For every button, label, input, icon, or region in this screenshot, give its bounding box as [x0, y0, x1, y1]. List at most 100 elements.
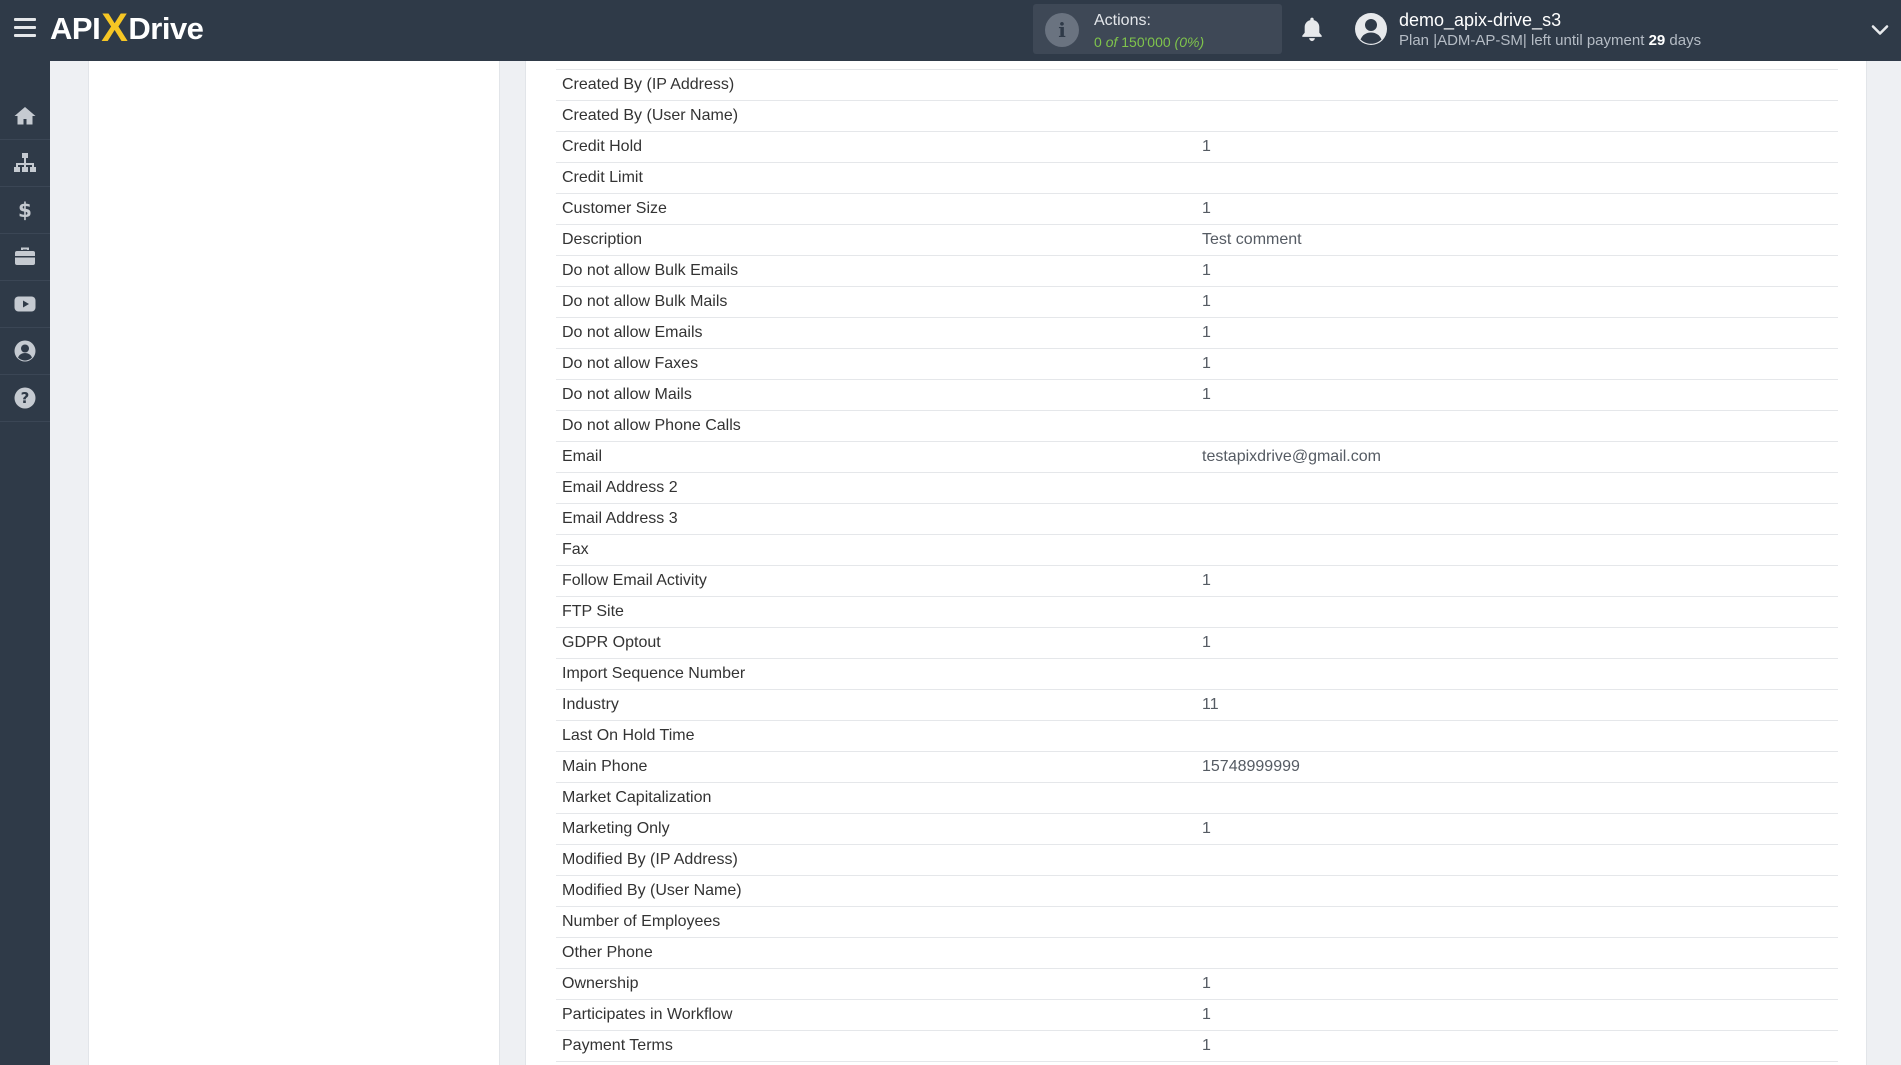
table-row: Credit Limit — [556, 162, 1838, 194]
help-icon: ? — [14, 387, 36, 409]
table-row: Import Sequence Number — [556, 658, 1838, 690]
table-row: Follow Email Activity 1 — [556, 565, 1838, 597]
bell-icon[interactable] — [1299, 16, 1325, 44]
field-label: Email — [556, 441, 1196, 473]
field-label: Fax — [556, 534, 1196, 566]
actions-used: 0 — [1094, 34, 1102, 50]
field-label: Import Sequence Number — [556, 658, 1196, 690]
logo-text-x: X — [101, 5, 128, 50]
sidebar-item-videos[interactable] — [0, 281, 50, 328]
field-value — [1196, 503, 1838, 535]
chevron-down-icon[interactable] — [1870, 20, 1890, 40]
field-label: Do not allow Bulk Mails — [556, 286, 1196, 318]
info-icon: i — [1045, 13, 1079, 47]
table-row: Do not allow Emails 1 — [556, 317, 1838, 349]
table-row: Created By (IP Address) — [556, 69, 1838, 101]
field-value — [1196, 720, 1838, 752]
field-value — [1196, 410, 1838, 442]
field-label: Main Phone — [556, 751, 1196, 783]
logo-text-api: API — [50, 11, 101, 46]
actions-limit: 150'000 — [1121, 34, 1171, 50]
field-label: Marketing Only — [556, 813, 1196, 845]
table-row: Last On Hold Time — [556, 720, 1838, 752]
field-label: Created By (IP Address) — [556, 69, 1196, 101]
sidebar-item-help[interactable]: ? — [0, 375, 50, 422]
field-value: 1 — [1196, 131, 1838, 163]
field-label: Participates in Workflow — [556, 999, 1196, 1031]
table-row: GDPR Optout 1 — [556, 627, 1838, 659]
user-circle-icon — [14, 340, 36, 362]
field-label: Industry — [556, 689, 1196, 721]
field-value — [1196, 782, 1838, 814]
field-value: 11 — [1196, 689, 1838, 721]
field-value: 1 — [1196, 348, 1838, 380]
field-label: Number of Employees — [556, 906, 1196, 938]
svg-text:$: $ — [18, 198, 32, 222]
field-value: 1 — [1196, 193, 1838, 225]
sitemap-icon — [14, 153, 36, 172]
left-content-panel — [88, 61, 500, 1065]
table-row: Number of Employees — [556, 906, 1838, 938]
table-row: Other Phone — [556, 937, 1838, 969]
user-name[interactable]: demo_apix-drive_s3 — [1399, 10, 1561, 31]
field-value: 1 — [1196, 286, 1838, 318]
field-value — [1196, 162, 1838, 194]
field-label: Do not allow Mails — [556, 379, 1196, 411]
actions-label: Actions: — [1094, 12, 1151, 29]
table-row: Do not allow Bulk Mails 1 — [556, 286, 1838, 318]
field-label: Modified By (IP Address) — [556, 844, 1196, 876]
svg-text:?: ? — [21, 389, 30, 407]
sidebar-item-services[interactable] — [0, 234, 50, 281]
sidebar-item-profile[interactable] — [0, 328, 50, 375]
table-row: Email testapixdrive@gmail.com — [556, 441, 1838, 473]
field-label: Modified By (User Name) — [556, 875, 1196, 907]
briefcase-icon — [15, 247, 35, 265]
field-value — [1196, 906, 1838, 938]
sidebar-item-billing[interactable]: $ — [0, 187, 50, 234]
dollar-icon: $ — [18, 198, 32, 222]
field-values-table: Created By (IP Address) Created By (User … — [556, 69, 1838, 1062]
user-avatar-icon[interactable] — [1354, 12, 1388, 46]
actions-percent: (0%) — [1174, 34, 1205, 50]
field-value — [1196, 100, 1838, 132]
table-row: Customer Size 1 — [556, 193, 1838, 225]
table-row: Modified By (IP Address) — [556, 844, 1838, 876]
field-value — [1196, 596, 1838, 628]
top-header: API X Drive i Actions: 0 of 150'000 (0%)… — [0, 0, 1901, 61]
field-value: testapixdrive@gmail.com — [1196, 441, 1838, 473]
field-value: 1 — [1196, 1030, 1838, 1062]
field-value — [1196, 534, 1838, 566]
menu-toggle-icon[interactable] — [14, 18, 36, 37]
user-plan-info: Plan |ADM-AP-SM| left until payment 29 d… — [1399, 32, 1701, 49]
field-value — [1196, 937, 1838, 969]
left-sidebar: $ ? — [0, 61, 50, 1065]
sidebar-item-home[interactable] — [0, 93, 50, 140]
field-label: Credit Limit — [556, 162, 1196, 194]
field-label: Customer Size — [556, 193, 1196, 225]
table-row: Participates in Workflow 1 — [556, 999, 1838, 1031]
field-label: Last On Hold Time — [556, 720, 1196, 752]
field-value: Test comment — [1196, 224, 1838, 256]
table-row: FTP Site — [556, 596, 1838, 628]
apix-drive-logo[interactable]: API X Drive — [50, 5, 204, 50]
field-label: Description — [556, 224, 1196, 256]
actions-of: of — [1105, 34, 1118, 50]
field-label: Do not allow Emails — [556, 317, 1196, 349]
table-row: Fax — [556, 534, 1838, 566]
field-value: 1 — [1196, 968, 1838, 1000]
youtube-icon — [14, 296, 36, 312]
field-value: 1 — [1196, 379, 1838, 411]
table-row: Industry 11 — [556, 689, 1838, 721]
table-row: Created By (User Name) — [556, 100, 1838, 132]
field-label: Do not allow Bulk Emails — [556, 255, 1196, 287]
sidebar-item-connections[interactable] — [0, 140, 50, 187]
table-row: Main Phone 15748999999 — [556, 751, 1838, 783]
field-value — [1196, 472, 1838, 504]
field-value — [1196, 658, 1838, 690]
main-content-panel: Created By (IP Address) Created By (User … — [525, 61, 1867, 1065]
field-label: Ownership — [556, 968, 1196, 1000]
table-row: Payment Terms 1 — [556, 1030, 1838, 1062]
field-label: Other Phone — [556, 937, 1196, 969]
actions-counter[interactable]: i Actions: 0 of 150'000 (0%) — [1033, 4, 1282, 54]
table-row: Email Address 2 — [556, 472, 1838, 504]
